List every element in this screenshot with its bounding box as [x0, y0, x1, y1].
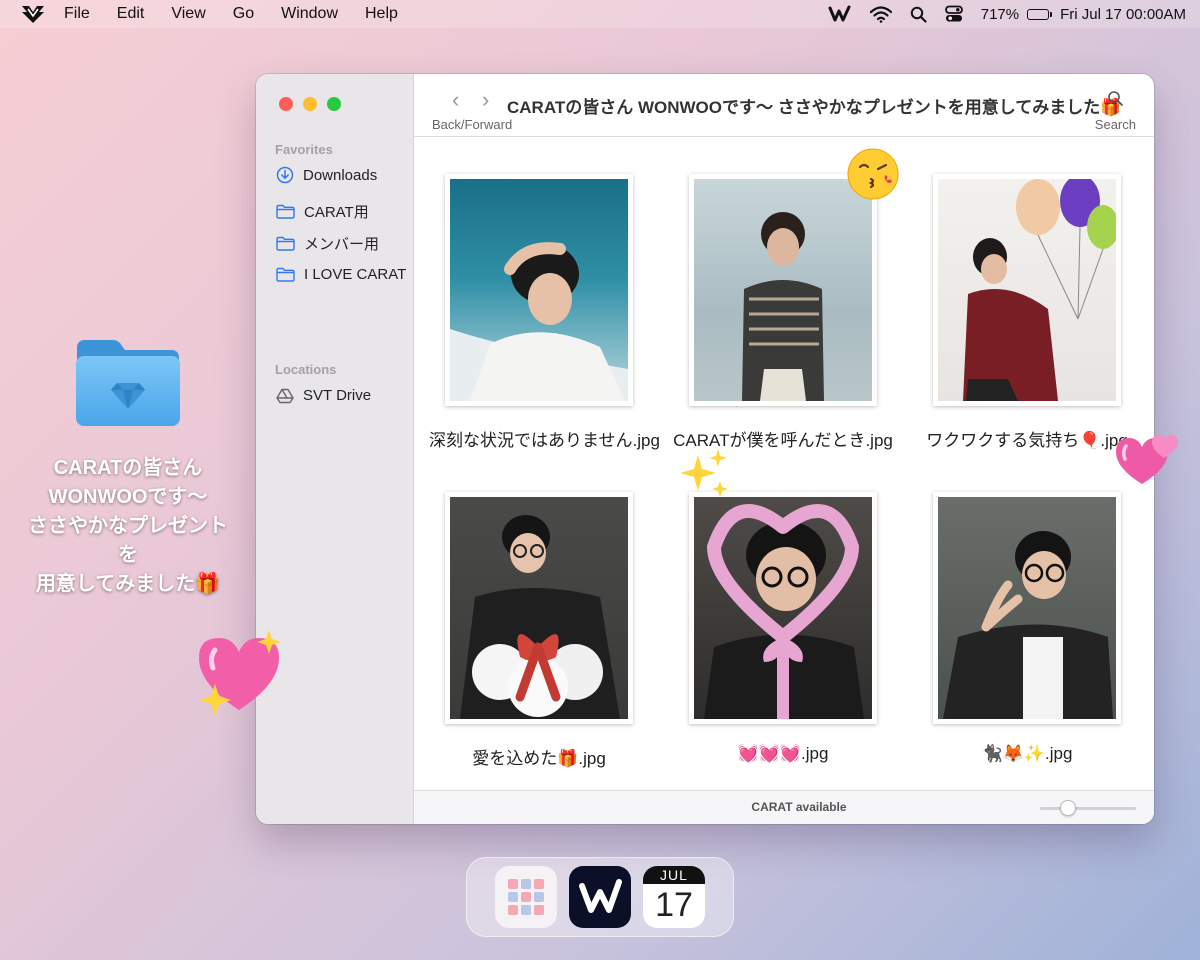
spotlight-search-icon[interactable] — [910, 6, 927, 23]
control-center-icon[interactable] — [944, 5, 963, 23]
photo-thumbnail — [689, 492, 877, 724]
finder-main: ‹ › Back/Forward CARATの皆さん WONWOOです〜 ささや… — [414, 74, 1154, 824]
file-item[interactable]: CARATが僕を呼んだとき.jpg — [673, 174, 893, 451]
two-hearts-emoji-icon — [1116, 435, 1178, 484]
photo-thumbnail — [933, 492, 1121, 724]
photo-thumbnail — [933, 174, 1121, 406]
photo-thumbnail — [445, 174, 633, 406]
nav-arrows: ‹ › — [452, 89, 512, 111]
file-item[interactable]: 💓💓💓.jpg — [673, 492, 893, 764]
seventeen-logo-icon[interactable] — [20, 4, 46, 24]
zoom-button[interactable] — [327, 97, 341, 111]
back-chevron-icon[interactable]: ‹ — [452, 89, 482, 111]
search-label: Search — [1094, 117, 1136, 132]
calendar-app-icon[interactable]: JUL 17 — [643, 866, 705, 928]
sidebar-item-label: Downloads — [303, 166, 378, 184]
menu-clock[interactable]: Fri Jul 17 00:00AM — [1060, 6, 1186, 23]
minimize-button[interactable] — [303, 97, 317, 111]
window-controls — [279, 97, 351, 111]
file-name: 深刻な状況ではありません.jpg — [429, 431, 660, 450]
file-item[interactable]: 愛を込めた🎁.jpg — [429, 492, 649, 769]
folder-diamond-icon — [76, 340, 180, 426]
sidebar-item-downloads[interactable]: Downloads — [276, 166, 377, 184]
weverse-app-icon[interactable] — [569, 866, 631, 928]
calendar-day: 17 — [655, 886, 693, 924]
sparkling-heart-emoji-icon — [199, 630, 281, 716]
window-title: CARATの皆さん WONWOOです〜 ささやかなプレゼントを用意してみました🎁 — [507, 98, 1122, 117]
file-name: ワクワクする気持ち🎈.jpg — [926, 431, 1128, 450]
photo-thumbnail — [445, 492, 633, 724]
photo-image — [694, 179, 872, 401]
sidebar-item-carat[interactable]: CARAT用 — [276, 201, 369, 222]
sidebar-item-i-love-carat[interactable]: I LOVE CARAT — [276, 266, 406, 283]
menu-edit[interactable]: Edit — [117, 5, 145, 23]
sidebar-item-members[interactable]: メンバー用 — [276, 233, 379, 254]
weverse-icon[interactable] — [828, 5, 852, 23]
sidebar-item-label: I LOVE CARAT — [304, 266, 407, 283]
menu-help[interactable]: Help — [365, 5, 398, 23]
file-grid: 深刻な状況ではありません.jpg CARATが僕を呼んだとき.jpg ワクワクす… — [414, 137, 1154, 790]
photo-image — [938, 497, 1116, 719]
file-name: 愛を込めた🎁.jpg — [472, 749, 606, 768]
battery-icon[interactable] — [1027, 8, 1053, 20]
wifi-icon[interactable] — [869, 5, 892, 23]
favorites-heading: Favorites — [275, 142, 333, 157]
menu-window[interactable]: Window — [281, 5, 338, 23]
file-item[interactable]: 🐈‍⬛🦊✨.jpg — [917, 492, 1137, 764]
photo-image — [450, 497, 628, 719]
photo-image — [938, 179, 1116, 401]
file-name: 🐈‍⬛🦊✨.jpg — [981, 744, 1073, 763]
desktop-folder[interactable]: CARATの皆さん WONWOOです〜 ささやかなプレゼントを 用意してみました… — [20, 336, 236, 599]
folder-icon — [276, 267, 295, 282]
folder-icon — [276, 236, 295, 251]
kissing-face-emoji-icon — [847, 148, 899, 200]
nav-label: Back/Forward — [432, 117, 513, 132]
finder-toolbar: ‹ › Back/Forward CARATの皆さん WONWOOです〜 ささや… — [414, 74, 1154, 137]
menu-bar: File Edit View Go Window Help 717% Fri J… — [0, 0, 1200, 28]
photo-image — [694, 497, 872, 719]
sidebar-item-svt-drive[interactable]: SVT Drive — [276, 387, 371, 404]
sidebar-item-label: CARAT用 — [304, 204, 369, 221]
sparkles-emoji-icon — [680, 449, 728, 497]
calendar-month: JUL — [643, 866, 705, 884]
dock: JUL 17 — [466, 857, 734, 937]
photo-image — [450, 179, 628, 401]
menu-file[interactable]: File — [64, 5, 90, 23]
file-name: 💓💓💓.jpg — [737, 744, 829, 763]
folder-icon — [276, 204, 295, 219]
slider-thumb[interactable] — [1060, 800, 1076, 816]
finder-window: Favorites Downloads CARAT用 メンバー用 I LOVE — [256, 74, 1154, 824]
search-icon[interactable] — [1107, 90, 1124, 107]
sidebar-item-label: メンバー用 — [304, 236, 380, 253]
desktop-folder-label: CARATの皆さん WONWOOです〜 ささやかなプレゼントを 用意してみました… — [28, 457, 228, 595]
menu-go[interactable]: Go — [233, 5, 254, 23]
drive-icon — [276, 388, 294, 403]
menu-view[interactable]: View — [171, 5, 205, 23]
locations-heading: Locations — [275, 362, 337, 377]
sidebar-item-label: SVT Drive — [303, 387, 372, 404]
download-circle-icon — [276, 166, 294, 184]
finder-status-bar: CARAT available — [414, 790, 1154, 824]
file-item[interactable]: 深刻な状況ではありません.jpg — [429, 174, 660, 451]
battery-percent: 717% — [980, 5, 1020, 23]
photo-thumbnail — [689, 174, 877, 406]
close-button[interactable] — [279, 97, 293, 111]
launchpad-app-icon[interactable] — [495, 866, 557, 928]
file-item[interactable]: ワクワクする気持ち🎈.jpg — [917, 174, 1137, 451]
icon-size-slider[interactable] — [1040, 800, 1136, 816]
